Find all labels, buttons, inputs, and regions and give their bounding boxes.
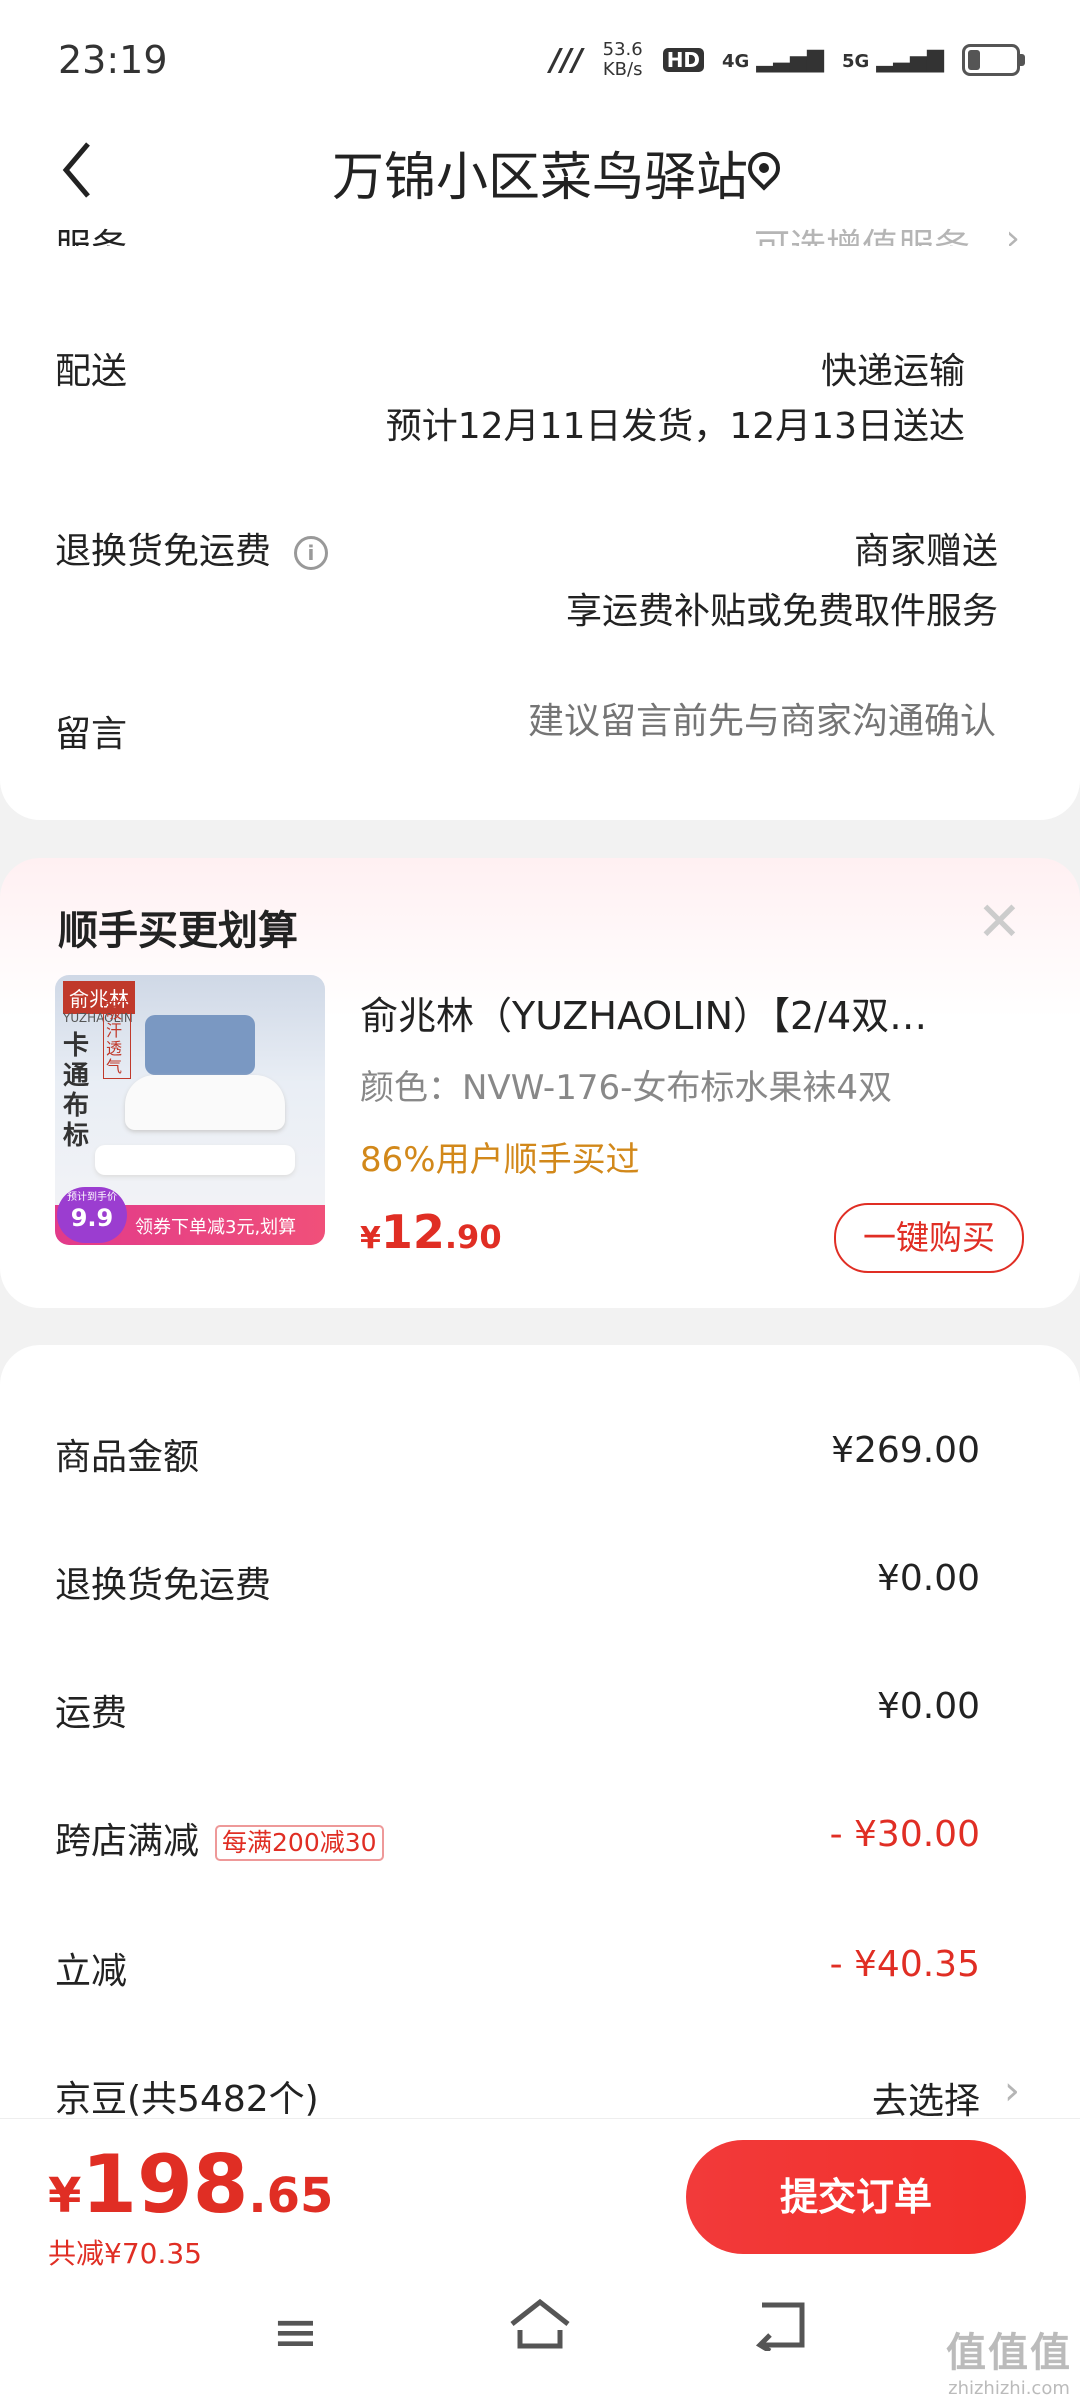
shipping-label: 运费 <box>55 1693 128 1734</box>
message-input[interactable] <box>434 700 998 743</box>
signal-wave-icon: /// <box>549 42 583 78</box>
close-icon[interactable]: ✕ <box>977 890 1022 953</box>
4g-signal-icon: 4G ▂▃▅▇ <box>722 47 825 73</box>
image-sock <box>125 1075 285 1130</box>
instant-discount-value: - ¥40.35 <box>829 1944 980 1985</box>
submit-order-button[interactable]: 提交订单 <box>686 2140 1026 2254</box>
service-label: 服务 <box>55 218 127 246</box>
total-saved: 共减¥70.35 <box>48 2237 202 2270</box>
menu-icon[interactable]: ≡ <box>272 2300 319 2365</box>
cross-store-tag: 每满200减30 <box>215 1825 384 1861</box>
product-name[interactable]: 俞兆林（YUZHAOLIN）【2/4双… <box>360 985 1020 1040</box>
return-desc: 享运费补贴或免费取件服务 <box>565 591 998 632</box>
instant-discount-label: 立减 <box>55 1951 128 1992</box>
addon-title: 顺手买更划算 <box>58 908 298 954</box>
back-nav-icon[interactable] <box>752 2300 808 2365</box>
page-title: 万锦小区菜鸟驿站 <box>331 148 748 208</box>
product-price: ¥12.90 <box>360 1205 502 1259</box>
shipping-value: ¥0.00 <box>876 1686 980 1727</box>
image-jeans <box>145 1015 255 1075</box>
one-click-buy-button[interactable]: 一键购买 <box>834 1203 1024 1273</box>
watermark: 值值值 zhizhizhi.com <box>946 2330 1072 2399</box>
image-side-tag: 吸汗透气 <box>103 1001 131 1079</box>
product-popularity: 86%用户顺手买过 <box>360 1140 640 1180</box>
delivery-method[interactable]: 快递运输 <box>821 342 965 394</box>
image-socks-row <box>95 1145 295 1175</box>
message-label: 留言 <box>55 714 128 755</box>
5g-signal-icon: 5G ▂▃▅▇ <box>842 47 944 73</box>
delivery-eta: 预计12月11日发货，12月13日送达 <box>385 406 965 447</box>
goods-amount-label: 商品金额 <box>55 1437 200 1478</box>
back-icon[interactable] <box>58 138 98 213</box>
home-icon[interactable] <box>508 2296 572 2366</box>
delivery-label: 配送 <box>55 351 128 392</box>
product-image[interactable]: 俞兆林 YUZHAOLIN 卡通布标 吸汗透气 领券下单减3元,划算 预计到手价… <box>55 975 325 1245</box>
return-value: 商家赠送 <box>853 531 998 572</box>
total-price: ¥198.65 <box>48 2138 334 2231</box>
service-value[interactable]: 可选增值服务 <box>754 218 970 246</box>
jd-beans-select[interactable]: 去选择 <box>872 2072 980 2124</box>
return-fee-value: ¥0.00 <box>876 1558 980 1599</box>
chevron-right-icon[interactable]: › <box>1004 2068 1020 2114</box>
goods-amount-value: ¥269.00 <box>831 1430 980 1471</box>
cross-store-label: 跨店满减 每满200减30 <box>55 1812 384 1864</box>
hd-icon: HD <box>662 48 705 72</box>
status-time: 23:19 <box>58 38 168 82</box>
product-spec: 颜色：NVW-176-女布标水果袜4双 <box>360 1068 892 1108</box>
image-tag: 卡通布标 <box>63 1031 90 1151</box>
image-price-badge: 预计到手价 9.9 <box>57 1187 127 1243</box>
chevron-right-icon[interactable]: › <box>1006 218 1020 246</box>
status-icons: /// 53.6 KB/s HD 4G ▂▃▅▇ 5G ▂▃▅▇ <box>549 39 1025 80</box>
cross-store-value: - ¥30.00 <box>829 1814 980 1855</box>
return-label: 退换货免运费 i <box>55 522 328 574</box>
info-icon[interactable]: i <box>293 536 328 570</box>
battery-icon <box>962 44 1025 76</box>
net-speed: 53.6 KB/s <box>602 39 643 80</box>
image-banner-text: 领券下单减3元,划算 <box>135 1217 297 1238</box>
return-fee-label: 退换货免运费 <box>55 1565 272 1606</box>
jd-beans-label: 京豆(共5482个) <box>55 2079 319 2120</box>
